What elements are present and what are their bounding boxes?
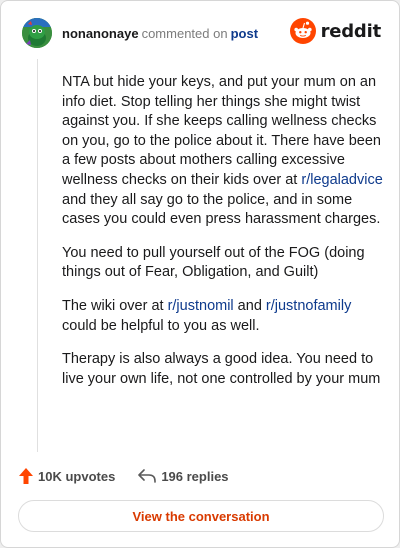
comment-actions: 10K upvotes 196 replies xyxy=(19,466,229,486)
snoo-avatar-icon[interactable] xyxy=(22,18,52,48)
upvote-count: 10K upvotes xyxy=(38,468,116,484)
replies-button[interactable]: 196 replies xyxy=(138,468,229,484)
author-line: nonanonaye commented on post xyxy=(62,26,258,42)
comment-embed-card: nonanonaye commented on post reddit NTA bu… xyxy=(0,0,400,548)
subreddit-link-justnofamily[interactable]: r/justnofamily xyxy=(266,298,351,314)
replies-count: 196 replies xyxy=(161,468,229,484)
upvote-arrow-icon xyxy=(19,468,33,484)
comment-paragraph: The wiki over at r/justnomil and r/justn… xyxy=(62,297,352,334)
view-conversation-button[interactable]: View the conversation xyxy=(18,500,384,532)
reply-arrow-icon xyxy=(138,469,157,483)
upvote-button[interactable]: 10K upvotes xyxy=(19,468,115,484)
comment-paragraph: You need to pull yourself out of the FOG… xyxy=(62,244,365,281)
comment-body: NTA but hide your keys, and put your mum… xyxy=(62,73,384,403)
reddit-snoo-logo-icon xyxy=(289,18,316,44)
subreddit-link-legaladvice[interactable]: r/legaladvice xyxy=(301,172,382,188)
comment-paragraph: Therapy is also always a good idea. You … xyxy=(62,351,381,387)
comment-paragraph: NTA but hide your keys, and put your mum… xyxy=(62,74,383,228)
comment-header: nonanonaye commented on post reddit xyxy=(22,18,381,52)
subreddit-link-justnomil[interactable]: r/justnomil xyxy=(168,298,234,314)
reddit-brand[interactable]: reddit xyxy=(289,18,382,44)
thread-line xyxy=(37,59,38,452)
post-link[interactable]: post xyxy=(231,26,258,41)
reddit-wordmark: reddit xyxy=(320,20,382,42)
commented-on-text: commented on xyxy=(141,26,228,41)
author-name[interactable]: nonanonaye xyxy=(62,26,139,41)
